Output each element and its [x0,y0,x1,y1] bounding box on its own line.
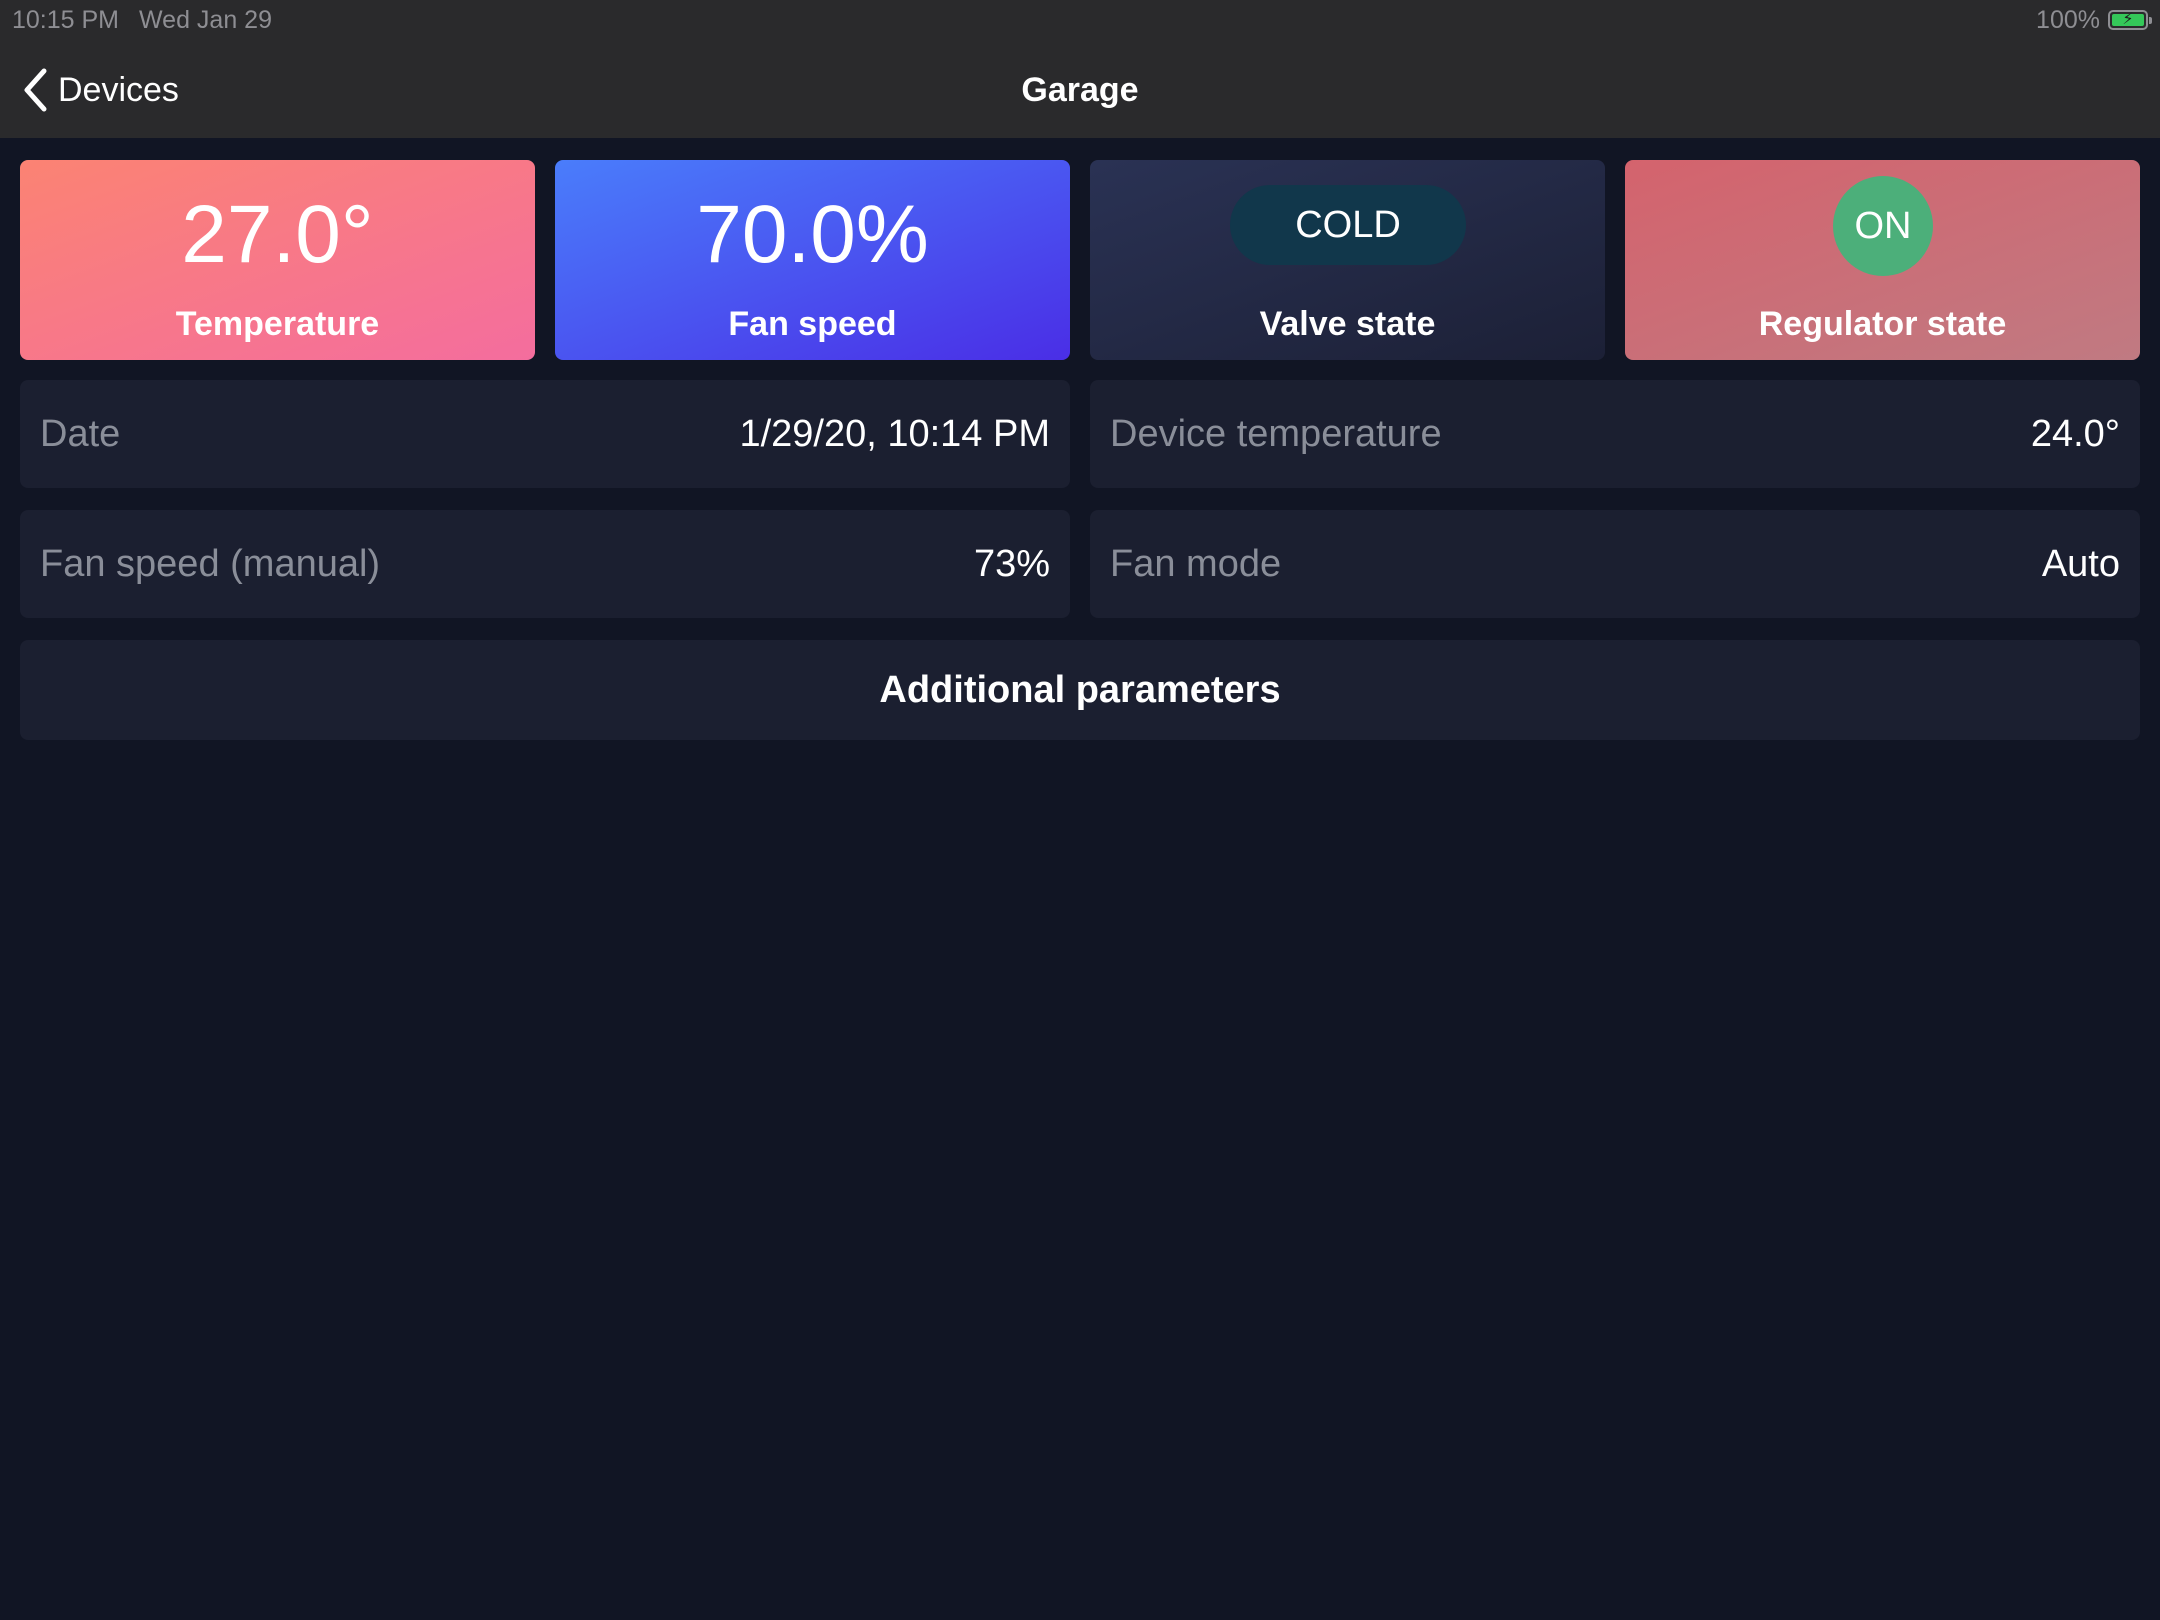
valve-state-label: Valve state [1259,305,1436,343]
additional-parameters-button[interactable]: Additional parameters [20,640,2140,740]
fan-speed-manual-label: Fan speed (manual) [40,542,381,585]
temperature-tile[interactable]: 27.0° Temperature [20,160,535,360]
fan-mode-value: Auto [2041,542,2120,585]
device-temperature-row: Device temperature 24.0° [1090,380,2140,488]
fan-speed-manual-row[interactable]: Fan speed (manual) 73% [20,510,1070,618]
status-bar-left: 10:15 PM Wed Jan 29 [12,4,292,36]
top-bar: 10:15 PM Wed Jan 29 100% ⚡ Devices Garage [0,0,2160,138]
device-temperature-label: Device temperature [1110,412,1442,455]
device-screen: 10:15 PM Wed Jan 29 100% ⚡ Devices Garage… [0,0,2160,1620]
fan-mode-row[interactable]: Fan mode Auto [1090,510,2140,618]
status-bar-right: 100% ⚡ [2036,4,2152,36]
bolt-icon: ⚡ [2122,11,2134,28]
battery-percent: 100% [2036,5,2100,34]
fan-speed-tile[interactable]: 70.0% Fan speed [555,160,1070,360]
status-date: Wed Jan 29 [139,6,272,34]
fan-speed-value: 70.0% [696,189,929,280]
date-row: Date 1/29/20, 10:14 PM [20,380,1070,488]
fan-mode-label: Fan mode [1110,542,1282,585]
valve-state-tile[interactable]: COLD Valve state [1090,160,1605,360]
temperature-value: 27.0° [181,189,374,280]
regulator-state-badge: ON [1833,176,1933,276]
device-temperature-value: 24.0° [2030,412,2120,455]
status-time: 10:15 PM [12,6,120,34]
page-title: Garage [1021,71,1139,109]
date-value: 1/29/20, 10:14 PM [739,412,1050,455]
battery-charging-icon: ⚡ [2108,10,2152,30]
fan-speed-manual-value: 73% [973,542,1050,585]
summary-tiles: 27.0° Temperature 70.0% Fan speed COLD V… [20,160,2140,360]
regulator-state-label: Regulator state [1758,305,2007,343]
regulator-state-tile[interactable]: ON Regulator state [1625,160,2140,360]
temperature-label: Temperature [175,305,380,343]
fan-speed-label: Fan speed [728,305,897,343]
valve-state-badge: COLD [1230,185,1466,265]
date-label: Date [40,412,121,455]
